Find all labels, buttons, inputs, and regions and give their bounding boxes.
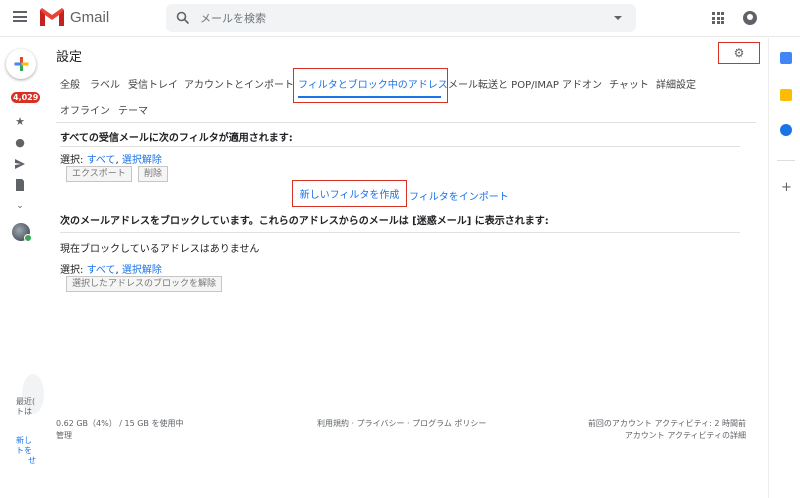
manage-storage-link[interactable]: 管理 [56, 430, 183, 442]
tab-advanced[interactable]: 詳細設定 [656, 76, 696, 91]
blocked-select-all-link[interactable]: すべて [87, 265, 116, 276]
settings-gear-button[interactable]: ⚙ [718, 42, 760, 64]
no-blocked-text: 現在ブロックしているアドレスはありません [60, 244, 260, 255]
gmail-logo[interactable]: Gmail [40, 8, 109, 26]
account-activity: 前回のアカウント アクティビティ: 2 時間前 アカウント アクティビティの詳細 [588, 418, 746, 442]
calendar-icon[interactable] [780, 52, 792, 64]
new-chat-link-fragment[interactable]: 新し トを せ [16, 436, 36, 466]
tab-offline[interactable]: オフライン [60, 102, 110, 117]
account-icon[interactable] [743, 11, 757, 25]
storage-usage: 0.62 GB（4%） / 15 GB を使用中 [56, 419, 184, 428]
top-bar: Gmail [0, 0, 800, 37]
activity-details-link[interactable]: アカウント アクティビティの詳細 [588, 430, 746, 442]
blocked-select-line: 選択: すべて, 選択解除 [60, 265, 162, 276]
right-side-panel: + [768, 38, 800, 498]
tab-themes[interactable]: テーマ [118, 102, 148, 117]
tab-addons[interactable]: アドオン [562, 76, 602, 91]
compose-button[interactable] [6, 49, 36, 79]
inbox-count-badge: 4,029 [11, 92, 41, 103]
last-activity-text: 前回のアカウント アクティビティ: 2 時間前 [587, 419, 746, 428]
search-bar[interactable] [166, 4, 636, 32]
star-icon[interactable]: ★ [14, 116, 26, 128]
draft-icon[interactable] [14, 179, 26, 191]
apps-grid-icon[interactable] [712, 12, 724, 24]
recent-text-fragment: 最近( トは [16, 397, 36, 416]
get-addons-icon[interactable]: + [781, 180, 792, 195]
gmail-m-icon [40, 8, 64, 26]
blocked-heading: 次のメールアドレスをブロックしています。これらのアドレスからのメールは [迷惑メ… [60, 216, 549, 227]
more-chevron-icon[interactable]: ⌄ [14, 200, 26, 212]
unblock-button[interactable]: 選択したアドレスのブロックを解除 [66, 276, 223, 292]
tab-labels[interactable]: ラベル [90, 76, 120, 91]
left-rail: 4,029 ★ ● ⌄ 最近( トは 新し トを せ [0, 38, 44, 498]
import-filters-link[interactable]: フィルタをインポート [409, 188, 509, 203]
filters-select-all-link[interactable]: すべて [87, 155, 116, 166]
tabs-divider [56, 122, 756, 123]
tasks-icon[interactable] [780, 124, 792, 136]
gear-icon: ⚙ [733, 46, 745, 60]
sent-icon[interactable] [14, 158, 26, 170]
tab-chat[interactable]: チャット [609, 76, 649, 91]
filters-select-none-link[interactable]: 選択解除 [122, 155, 162, 166]
active-tab-underline [298, 96, 441, 98]
search-icon[interactable] [176, 11, 190, 25]
settings-panel: 設定 ⚙ 全般 ラベル 受信トレイ アカウントとインポート フィルタとブロック中… [40, 38, 768, 498]
tab-inbox[interactable]: 受信トレイ [128, 76, 178, 91]
page-title: 設定 [56, 50, 83, 65]
main-menu-icon[interactable] [13, 11, 27, 22]
tab-forwarding-pop-imap[interactable]: メール転送と POP/IMAP [448, 76, 559, 91]
side-panel-divider [777, 160, 795, 161]
tab-accounts-import[interactable]: アカウントとインポート [184, 76, 294, 91]
blocked-divider [60, 232, 740, 233]
tab-filters-blocked[interactable]: フィルタとブロック中のアドレス [298, 76, 448, 91]
search-input[interactable] [200, 11, 580, 25]
filters-divider [60, 146, 740, 147]
footer-links[interactable]: 利用規約 · プライバシー · プログラム ポリシー [317, 418, 486, 430]
blocked-select-none-link[interactable]: 選択解除 [122, 265, 162, 276]
filters-heading: すべての受信メールに次のフィルタが適用されます: [60, 133, 293, 144]
delete-button[interactable]: 削除 [138, 166, 169, 182]
search-options-icon[interactable] [614, 16, 622, 20]
avatar[interactable] [12, 223, 32, 242]
storage-info: 0.62 GB（4%） / 15 GB を使用中 管理 [56, 418, 183, 442]
tab-general[interactable]: 全般 [60, 76, 80, 91]
app-name: Gmail [70, 8, 110, 26]
filters-select-line: 選択: すべて, 選択解除 [60, 155, 162, 166]
create-filter-link[interactable]: 新しいフィルタを作成 [292, 180, 407, 207]
keep-icon[interactable] [780, 89, 792, 101]
clock-icon[interactable]: ● [14, 137, 26, 149]
export-button[interactable]: エクスポート [66, 166, 132, 182]
